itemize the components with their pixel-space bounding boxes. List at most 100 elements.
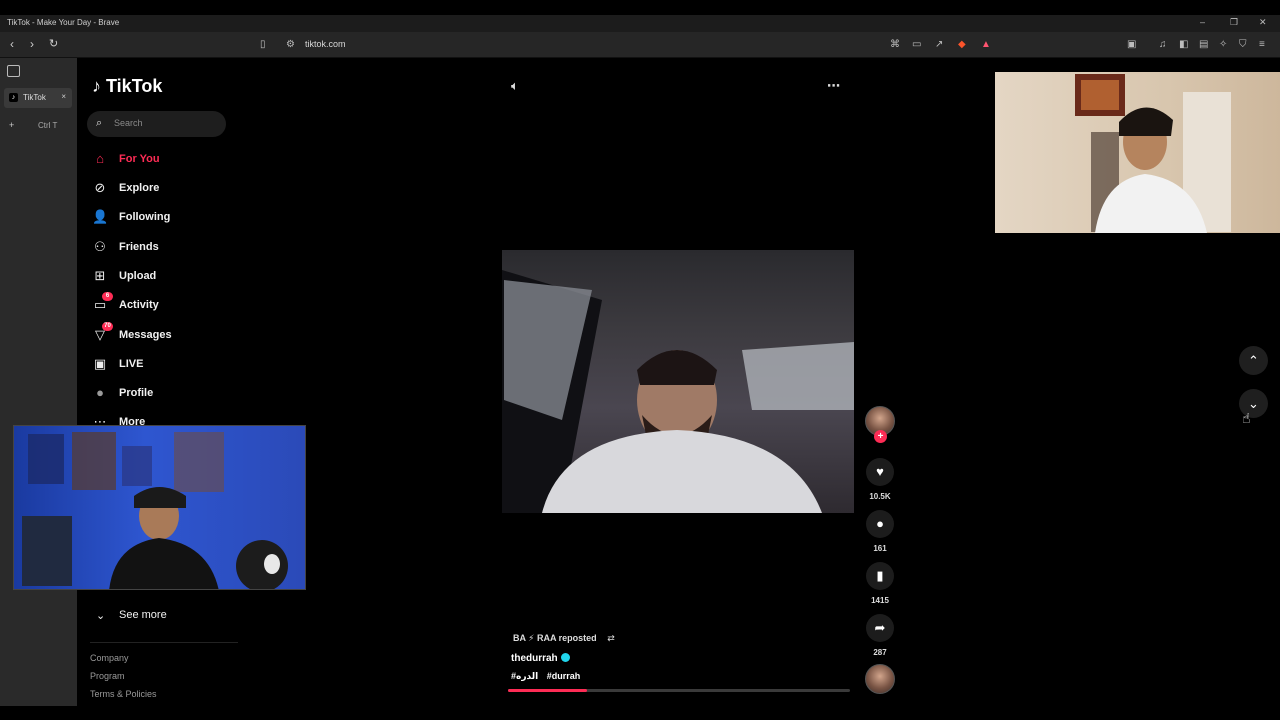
webcam-left-scene xyxy=(22,432,288,589)
footer-link-terms[interactable]: Terms & Policies xyxy=(90,689,157,699)
activity-badge: 6 xyxy=(102,292,113,301)
footer-link-company[interactable]: Company xyxy=(90,653,129,663)
heart-icon: ♥ xyxy=(876,464,884,479)
comment-icon: ● xyxy=(876,516,884,531)
nav-for-you[interactable]: ⌂ For You xyxy=(92,150,242,170)
site-info-icon[interactable]: ⚙ xyxy=(286,39,295,50)
share-arrow-icon: ➦ xyxy=(874,620,886,635)
comment-button[interactable]: ● xyxy=(866,510,894,538)
translate-icon[interactable]: ⌘ xyxy=(890,39,900,50)
nav-label: Explore xyxy=(119,182,160,194)
webcam-overlay-right xyxy=(995,72,1280,233)
hashtag[interactable]: #durrah xyxy=(547,671,581,681)
video-player[interactable] xyxy=(502,250,854,513)
nav-activity[interactable]: ▭ 6 Activity xyxy=(92,292,242,316)
search-input[interactable]: ⌕ Search xyxy=(87,111,226,137)
previous-video-button[interactable]: ⌃ xyxy=(1239,346,1268,375)
footer-link-program[interactable]: Program xyxy=(90,671,125,681)
address-bar[interactable]: tiktok.com xyxy=(305,39,346,49)
share-count: 287 xyxy=(873,648,887,657)
bookmark-save-icon: ▮ xyxy=(876,568,884,583)
cast-icon[interactable]: ▭ xyxy=(912,39,921,50)
search-icon: ⌕ xyxy=(96,117,103,129)
back-icon[interactable]: ‹ xyxy=(10,37,14,51)
nav-label: Messages xyxy=(119,329,172,341)
nav-upload[interactable]: ⊞ Upload xyxy=(92,267,242,287)
hand-cursor-icon: ☝ xyxy=(1242,410,1251,426)
video-frame xyxy=(502,270,854,513)
restore-icon[interactable]: ❐ xyxy=(1230,17,1238,28)
hashtag-list: #الدره #durrah xyxy=(511,671,586,682)
repost-indicator[interactable]: BA ⚡ RAA reposted ⇄ xyxy=(513,633,615,647)
nav-following[interactable]: 👤 Following xyxy=(92,208,242,228)
compass-icon: ⊘ xyxy=(94,180,106,195)
upload-icon: ⊞ xyxy=(94,268,106,283)
bookmark-icon[interactable]: ▯ xyxy=(260,39,266,50)
friends-icon: ⚇ xyxy=(94,239,106,254)
see-more-label: See more xyxy=(119,609,167,621)
see-more-button[interactable]: ⌄ See more xyxy=(96,609,167,622)
nav-label: LIVE xyxy=(119,358,144,370)
share-button[interactable]: ➦ xyxy=(866,614,894,642)
footer-divider xyxy=(90,642,238,643)
verified-icon xyxy=(560,653,570,662)
tab-strip-toggle-icon[interactable] xyxy=(7,65,20,77)
new-tab-shortcut: Ctrl T xyxy=(38,121,58,130)
plus-icon: + xyxy=(9,120,15,130)
nav-label: For You xyxy=(119,153,160,165)
like-count: 10.5K xyxy=(869,492,891,501)
comment-count: 161 xyxy=(873,544,887,553)
save-button[interactable]: ▮ xyxy=(866,562,894,590)
like-button[interactable]: ♥ xyxy=(866,458,894,486)
nav-profile[interactable]: ● Profile xyxy=(92,384,242,404)
video-progress-fill xyxy=(508,689,587,692)
repost-icon: ⇄ xyxy=(607,633,615,643)
tab-close-icon[interactable]: × xyxy=(61,92,66,101)
vertical-tab-strip: ♪ TikTok × + Ctrl T xyxy=(0,58,77,706)
search-placeholder: Search xyxy=(114,118,143,128)
tiktok-favicon-icon: ♪ xyxy=(9,93,18,102)
home-icon: ⌂ xyxy=(96,151,104,166)
repost-text: BA ⚡ RAA reposted xyxy=(513,633,597,643)
menu-icon[interactable]: ≡ xyxy=(1259,39,1265,50)
hashtag[interactable]: #الدره xyxy=(511,671,538,681)
browser-toolbar: ‹ › ↻ ▯ ⚙ tiktok.com ⌘ ▭ ↗ ◆ ▲ ▣ ♫ ◧ ▤ ✧… xyxy=(0,32,1280,58)
new-tab-button[interactable]: + Ctrl T xyxy=(9,120,57,130)
webcam-overlay-left xyxy=(13,425,306,590)
brave-shields-icon[interactable]: ◆ xyxy=(958,39,966,50)
messages-badge: 70 xyxy=(102,322,113,331)
video-progress-bar[interactable] xyxy=(508,689,850,692)
nav-friends[interactable]: ⚇ Friends xyxy=(92,238,242,258)
logo-text: TikTok xyxy=(106,76,163,96)
save-count: 1415 xyxy=(871,596,889,605)
nav-label: Friends xyxy=(119,241,159,253)
nav-label: Profile xyxy=(119,387,154,399)
chevron-up-icon: ⌃ xyxy=(1248,353,1259,368)
follow-plus-icon[interactable]: + xyxy=(874,430,887,443)
reload-icon[interactable]: ↻ xyxy=(49,37,58,50)
minimize-icon[interactable]: – xyxy=(1200,17,1205,27)
share-icon[interactable]: ↗ xyxy=(935,39,943,50)
media-icon[interactable]: ♫ xyxy=(1159,39,1167,50)
more-options-icon[interactable]: ⋯ xyxy=(827,78,840,94)
forward-icon[interactable]: › xyxy=(30,37,34,51)
tiktok-note-icon: ♪ xyxy=(92,76,101,96)
nav-label: Activity xyxy=(119,299,159,311)
close-window-icon[interactable]: ✕ xyxy=(1259,17,1267,28)
tab-label: TikTok xyxy=(23,93,46,102)
leo-icon[interactable]: ✧ xyxy=(1219,39,1227,50)
volume-icon[interactable]: 🔈︎ xyxy=(511,78,519,94)
tab-search-icon[interactable]: ▣ xyxy=(1127,39,1136,50)
window-title: TikTok - Make Your Day - Brave xyxy=(7,18,120,27)
nav-explore[interactable]: ⊘ Explore xyxy=(92,179,242,199)
nav-messages[interactable]: ▽ 70 Messages xyxy=(92,322,242,346)
sidebar-icon[interactable]: ◧ xyxy=(1179,39,1188,50)
tiktok-logo[interactable]: ♪ TikTok xyxy=(92,76,162,97)
music-disc-avatar[interactable] xyxy=(865,664,895,694)
author-name[interactable]: thedurrah xyxy=(511,653,570,664)
tab-tiktok[interactable]: ♪ TikTok × xyxy=(4,88,72,108)
brave-rewards-icon[interactable]: ▲ xyxy=(981,39,991,50)
wallet-icon[interactable]: ▤ xyxy=(1199,39,1208,50)
vpn-icon[interactable]: ⛉ xyxy=(1239,39,1247,50)
nav-live[interactable]: ▣ LIVE xyxy=(92,355,242,375)
